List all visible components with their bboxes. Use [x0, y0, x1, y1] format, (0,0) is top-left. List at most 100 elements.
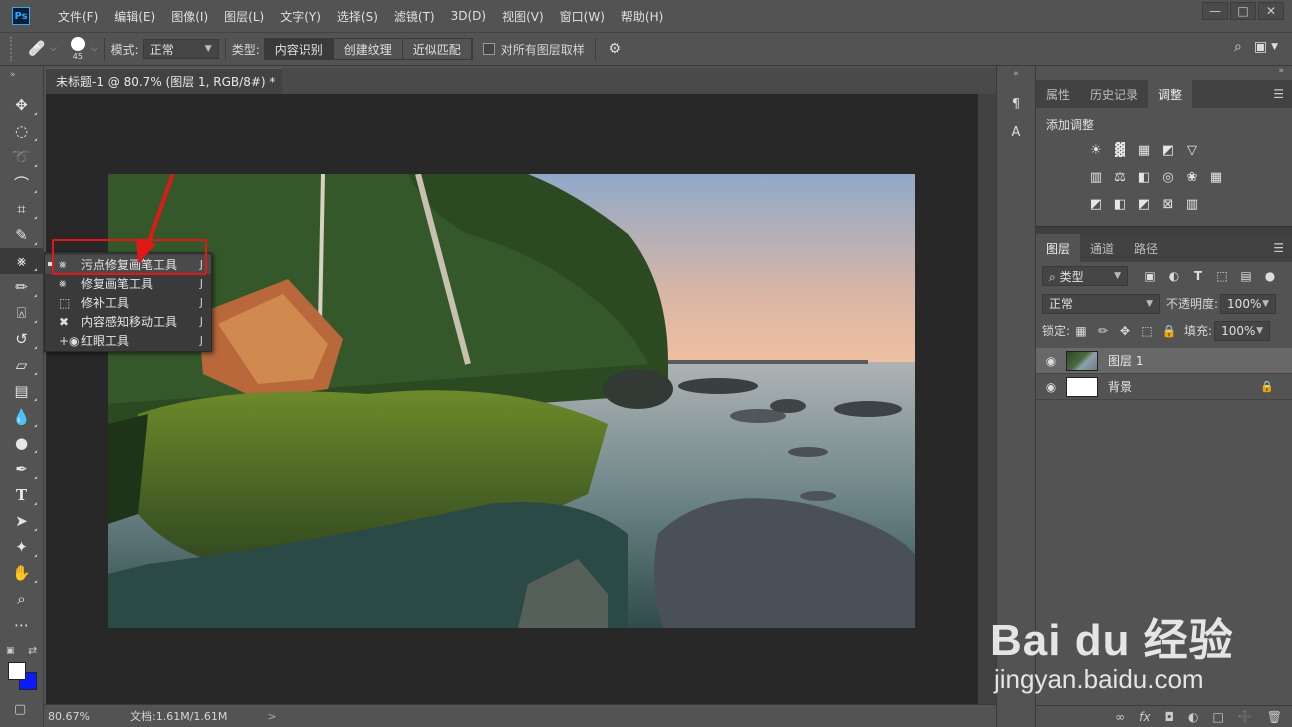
- quick-selection-tool-icon[interactable]: ⌒: [0, 170, 43, 196]
- pen-tool-icon[interactable]: ✒: [0, 456, 43, 482]
- add-mask-icon[interactable]: ◘: [1164, 710, 1174, 724]
- healing-brush-menu-item[interactable]: ⨳ 修复画笔工具 J: [45, 274, 211, 293]
- vertical-scrollbar[interactable]: [978, 94, 996, 704]
- new-adjustment-layer-icon[interactable]: ◐: [1188, 710, 1198, 724]
- tab-history[interactable]: 历史记录: [1080, 80, 1148, 108]
- eraser-tool-icon[interactable]: ▱: [0, 352, 43, 378]
- layer-style-icon[interactable]: fx: [1139, 710, 1150, 724]
- brush-tool-icon[interactable]: ✏: [0, 274, 43, 300]
- lock-image-icon[interactable]: ✏: [1092, 324, 1114, 338]
- brightness-contrast-icon[interactable]: ☀: [1084, 142, 1108, 160]
- delete-layer-icon[interactable]: 🗑: [1267, 710, 1282, 724]
- hue-saturation-icon[interactable]: ▥: [1084, 169, 1108, 187]
- filter-pixel-icon[interactable]: ▣: [1138, 269, 1162, 283]
- lock-transparent-icon[interactable]: ▦: [1070, 324, 1092, 338]
- filter-shape-icon[interactable]: ⬚: [1210, 269, 1234, 283]
- collapse-tools-icon[interactable]: »: [0, 66, 43, 80]
- visibility-eye-icon[interactable]: ◉: [1036, 354, 1066, 368]
- clone-stamp-tool-icon[interactable]: ⍓: [0, 300, 43, 326]
- layer-name[interactable]: 图层 1: [1108, 352, 1143, 369]
- menu-file[interactable]: 文件(F): [50, 8, 106, 25]
- new-group-icon[interactable]: □: [1212, 710, 1223, 724]
- menu-help[interactable]: 帮助(H): [613, 8, 671, 25]
- swap-colors-icon[interactable]: ⇄: [28, 644, 37, 657]
- default-colors-icon[interactable]: ▣: [6, 646, 15, 656]
- brush-chevron-icon[interactable]: ⌵: [91, 44, 98, 54]
- opacity-field[interactable]: 100% ▼: [1220, 293, 1277, 314]
- layer-filter-select[interactable]: ⌕ 类型 ▼: [1042, 266, 1128, 286]
- lock-artboard-icon[interactable]: ⬚: [1136, 324, 1158, 338]
- type-proximity-match-button[interactable]: 近似匹配: [402, 39, 472, 59]
- tab-paths[interactable]: 路径: [1124, 234, 1168, 262]
- filter-toggle-icon[interactable]: ●: [1258, 269, 1282, 283]
- history-brush-tool-icon[interactable]: ↺: [0, 326, 43, 352]
- gradient-tool-icon[interactable]: ▤: [0, 378, 43, 404]
- mode-select[interactable]: 正常 ▼: [142, 39, 219, 59]
- type-content-aware-button[interactable]: 内容识别: [264, 39, 334, 59]
- threshold-icon[interactable]: ◩: [1132, 196, 1156, 214]
- shape-tool-icon[interactable]: ✦: [0, 534, 43, 560]
- tab-adjustments[interactable]: 调整: [1148, 80, 1193, 108]
- link-layers-icon[interactable]: ∞: [1115, 710, 1125, 724]
- spot-healing-brush-preset-icon[interactable]: 🩹: [24, 37, 50, 61]
- black-white-icon[interactable]: ◧: [1132, 169, 1156, 187]
- exposure-icon[interactable]: ◩: [1156, 142, 1180, 160]
- vibrance-icon[interactable]: ▽: [1180, 142, 1204, 160]
- dodge-tool-icon[interactable]: ●: [0, 430, 43, 456]
- curves-icon[interactable]: ▦: [1132, 142, 1156, 160]
- quick-mask-icon[interactable]: ▢: [14, 702, 26, 717]
- type-tool-icon[interactable]: T: [0, 482, 43, 508]
- red-eye-menu-item[interactable]: +◉ 红眼工具 J: [45, 331, 211, 350]
- workspace-chevron-icon[interactable]: ▼: [1271, 42, 1278, 52]
- blur-tool-icon[interactable]: 💧: [0, 404, 43, 430]
- tab-channels[interactable]: 通道: [1080, 234, 1124, 262]
- menu-filter[interactable]: 滤镜(T): [386, 8, 443, 25]
- menu-select[interactable]: 选择(S): [329, 8, 386, 25]
- panel-menu-icon[interactable]: ☰: [1273, 87, 1284, 101]
- content-aware-move-menu-item[interactable]: ✖ 内容感知移动工具 J: [45, 312, 211, 331]
- invert-icon[interactable]: ◩: [1084, 196, 1108, 214]
- zoom-level[interactable]: 80.67%: [44, 710, 104, 723]
- menu-window[interactable]: 窗口(W): [552, 8, 613, 25]
- gradient-map-icon[interactable]: ▥: [1180, 196, 1204, 214]
- maximize-button[interactable]: □: [1230, 2, 1256, 20]
- tab-properties[interactable]: 属性: [1036, 80, 1080, 108]
- crop-tool-icon[interactable]: ⌗: [0, 196, 43, 222]
- eyedropper-tool-icon[interactable]: ✎: [0, 222, 43, 248]
- posterize-icon[interactable]: ◧: [1108, 196, 1132, 214]
- layer-row[interactable]: ◉ 背景 🔒: [1036, 374, 1292, 400]
- path-selection-tool-icon[interactable]: ➤: [0, 508, 43, 534]
- move-tool-icon[interactable]: ✥: [0, 92, 43, 118]
- menu-view[interactable]: 视图(V): [494, 8, 552, 25]
- canvas-image[interactable]: [108, 174, 915, 628]
- menu-layer[interactable]: 图层(L): [216, 8, 272, 25]
- menu-3d[interactable]: 3D(D): [443, 9, 494, 23]
- workspace-icon[interactable]: ▣: [1254, 39, 1267, 55]
- layer-row[interactable]: ◉ 图层 1: [1036, 348, 1292, 374]
- options-grip[interactable]: [10, 37, 16, 61]
- sample-all-layers-checkbox[interactable]: [482, 43, 495, 55]
- character-panel-icon[interactable]: A: [997, 118, 1035, 146]
- type-create-texture-button[interactable]: 创建纹理: [333, 39, 403, 59]
- expand-panels-icon[interactable]: »: [1036, 66, 1292, 80]
- lasso-tool-icon[interactable]: ➰: [0, 144, 43, 170]
- fill-field[interactable]: 100% ▼: [1214, 320, 1271, 341]
- foreground-color-swatch[interactable]: [8, 662, 26, 680]
- pressure-size-icon[interactable]: ⚙: [602, 37, 628, 61]
- blend-mode-select[interactable]: 正常 ▼: [1042, 293, 1160, 314]
- layers-menu-icon[interactable]: ☰: [1273, 241, 1284, 255]
- menu-edit[interactable]: 编辑(E): [106, 8, 163, 25]
- selective-color-icon[interactable]: ⊠: [1156, 196, 1180, 214]
- status-menu-arrow-icon[interactable]: >: [267, 710, 276, 723]
- filter-adjustment-icon[interactable]: ◐: [1162, 269, 1186, 283]
- lock-position-icon[interactable]: ✥: [1114, 324, 1136, 338]
- spot-healing-brush-tool-icon[interactable]: ⨳: [0, 248, 43, 274]
- color-balance-icon[interactable]: ⚖: [1108, 169, 1132, 187]
- menu-image[interactable]: 图像(I): [163, 8, 216, 25]
- levels-icon[interactable]: ▓: [1108, 142, 1132, 160]
- brush-picker[interactable]: 45: [70, 37, 85, 61]
- channel-mixer-icon[interactable]: ❀: [1180, 169, 1204, 187]
- filter-smart-object-icon[interactable]: ▤: [1234, 269, 1258, 283]
- menu-type[interactable]: 文字(Y): [272, 8, 329, 25]
- new-layer-icon[interactable]: ➕: [1238, 710, 1253, 724]
